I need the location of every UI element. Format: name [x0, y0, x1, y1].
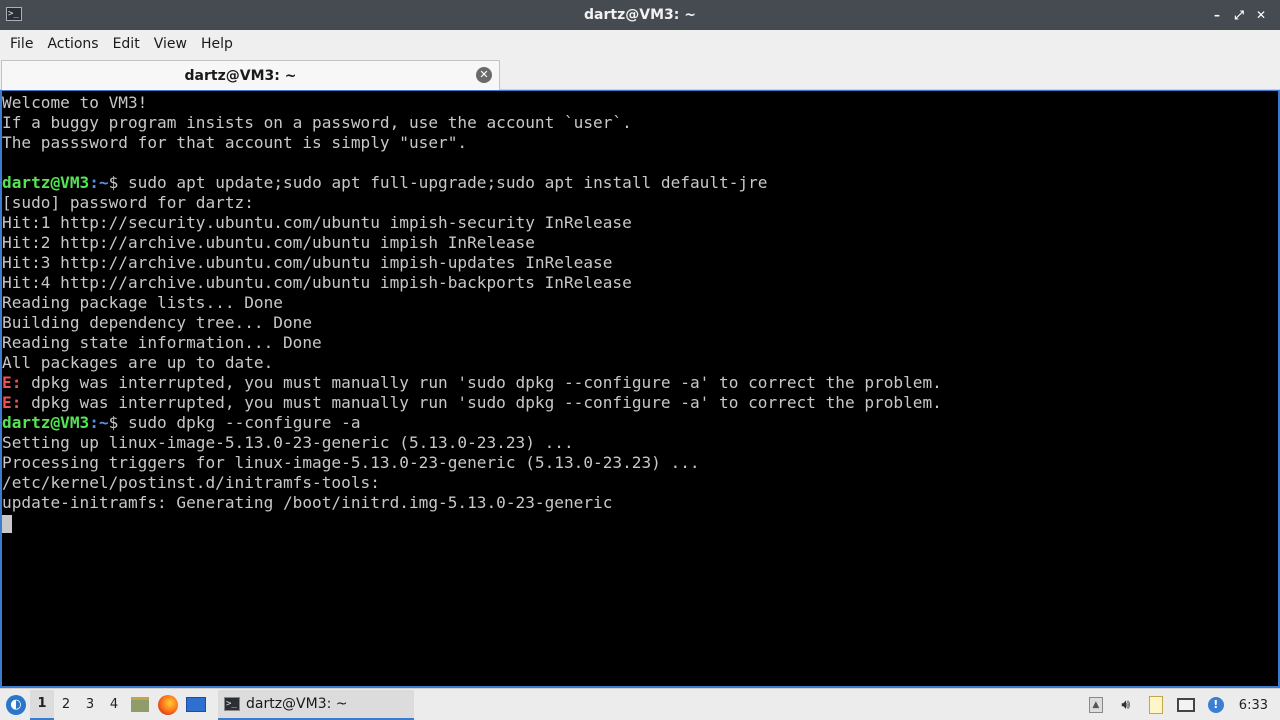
tab-bar: dartz@VM3: ~ ✕: [0, 58, 1280, 90]
terminal-line: update-initramfs: Generating /boot/initr…: [2, 493, 613, 512]
menu-edit[interactable]: Edit: [106, 31, 147, 57]
system-tray: ▲ 🔊︎ ! 6:33: [1081, 689, 1280, 720]
clipboard-button[interactable]: [1141, 690, 1171, 720]
file-manager-launcher[interactable]: [126, 690, 154, 720]
removable-media-icon: ▲: [1088, 697, 1103, 713]
clock[interactable]: 6:33: [1231, 698, 1280, 713]
desktop-4-button[interactable]: 4: [102, 690, 126, 720]
desktop-2-button[interactable]: 2: [54, 690, 78, 720]
terminal-cursor: [2, 514, 12, 533]
terminal-line: [2, 513, 1278, 533]
prompt-user: dartz@VM3: [2, 413, 90, 432]
display-icon: [1176, 698, 1195, 712]
desktop-3-button[interactable]: 3: [78, 690, 102, 720]
error-tag: E:: [2, 393, 22, 412]
minimize-button[interactable]: –: [1206, 0, 1228, 30]
window-titlebar[interactable]: >_ dartz@VM3: ~ – ⤢ ✕: [0, 0, 1280, 30]
terminal-icon: >_: [224, 696, 240, 711]
terminal-line: [sudo] password for dartz:: [2, 193, 254, 212]
terminal-line: Reading package lists... Done: [2, 293, 283, 312]
display-button[interactable]: [1171, 690, 1201, 720]
prompt-command: $ sudo apt update;sudo apt full-upgrade;…: [108, 173, 768, 192]
terminal-line: dartz@VM3:~$ sudo dpkg --configure -a: [2, 413, 1278, 433]
error-tag: E:: [2, 373, 22, 392]
menu-bar: File Actions Edit View Help: [0, 30, 1280, 58]
prompt-path: :~: [89, 413, 109, 432]
show-desktop-button[interactable]: [182, 690, 210, 720]
tab-label: dartz@VM3: ~: [184, 67, 297, 84]
menu-file[interactable]: File: [3, 31, 40, 57]
taskbar: ◐ 1 2 3 4 >_ dartz@VM3: ~ ▲ 🔊︎ ! 6:33: [0, 688, 1280, 720]
terminal-line: dartz@VM3:~$ sudo apt update;sudo apt fu…: [2, 173, 1278, 193]
file-manager-icon: [131, 697, 149, 712]
taskbar-window-label: dartz@VM3: ~: [246, 695, 348, 712]
maximize-button[interactable]: ⤢: [1228, 0, 1250, 30]
desktop-1-button[interactable]: 1: [30, 689, 54, 720]
terminal-line: E: dpkg was interrupted, you must manual…: [2, 373, 1278, 393]
update-notifier-icon: !: [1207, 697, 1224, 713]
error-message: dpkg was interrupted, you must manually …: [21, 393, 942, 412]
lubuntu-menu-icon: ◐: [6, 694, 26, 715]
terminal-line: /etc/kernel/postinst.d/initramfs-tools:: [2, 473, 380, 492]
terminal-line: Hit:1 http://security.ubuntu.com/ubuntu …: [2, 213, 632, 232]
menu-help[interactable]: Help: [194, 31, 240, 57]
error-message: dpkg was interrupted, you must manually …: [21, 373, 942, 392]
volume-icon: 🔊︎: [1121, 697, 1131, 713]
prompt-path: :~: [89, 173, 109, 192]
menu-actions[interactable]: Actions: [40, 31, 105, 57]
taskbar-window-terminal[interactable]: >_ dartz@VM3: ~: [218, 689, 414, 720]
terminal-line: Setting up linux-image-5.13.0-23-generic…: [2, 433, 574, 452]
terminal-line: If a buggy program insists on a password…: [2, 113, 632, 132]
terminal-line: All packages are up to date.: [2, 353, 274, 372]
terminal-line: The passsword for that account is simply…: [2, 133, 468, 152]
volume-button[interactable]: 🔊︎: [1111, 690, 1141, 720]
update-notifier-button[interactable]: !: [1201, 690, 1231, 720]
start-menu-button[interactable]: ◐: [2, 690, 30, 720]
terminal-line: Building dependency tree... Done: [2, 313, 313, 332]
terminal-line: Hit:2 http://archive.ubuntu.com/ubuntu i…: [2, 233, 535, 252]
terminal-line: Hit:4 http://archive.ubuntu.com/ubuntu i…: [2, 273, 632, 292]
prompt-user: dartz@VM3: [2, 173, 90, 192]
tab-terminal[interactable]: dartz@VM3: ~ ✕: [1, 60, 500, 90]
terminal-line: Hit:3 http://archive.ubuntu.com/ubuntu i…: [2, 253, 613, 272]
window-title: dartz@VM3: ~: [584, 7, 696, 23]
removable-media-button[interactable]: ▲: [1081, 690, 1111, 720]
tab-close-icon[interactable]: ✕: [476, 67, 492, 83]
terminal-line: Welcome to VM3!: [2, 93, 148, 112]
terminal-icon[interactable]: >_: [6, 7, 22, 21]
show-desktop-icon: [186, 697, 206, 712]
clipboard-icon: [1148, 696, 1163, 714]
terminal-output[interactable]: Welcome to VM3! If a buggy program insist…: [0, 90, 1280, 688]
prompt-command: $ sudo dpkg --configure -a: [108, 413, 361, 432]
terminal-line: Processing triggers for linux-image-5.13…: [2, 453, 700, 472]
terminal-line: E: dpkg was interrupted, you must manual…: [2, 393, 1278, 413]
terminal-line: Reading state information... Done: [2, 333, 322, 352]
window-controls: – ⤢ ✕: [1206, 0, 1272, 30]
firefox-icon: [158, 694, 178, 715]
firefox-launcher[interactable]: [154, 690, 182, 720]
close-button[interactable]: ✕: [1250, 0, 1272, 30]
menu-view[interactable]: View: [147, 31, 194, 57]
